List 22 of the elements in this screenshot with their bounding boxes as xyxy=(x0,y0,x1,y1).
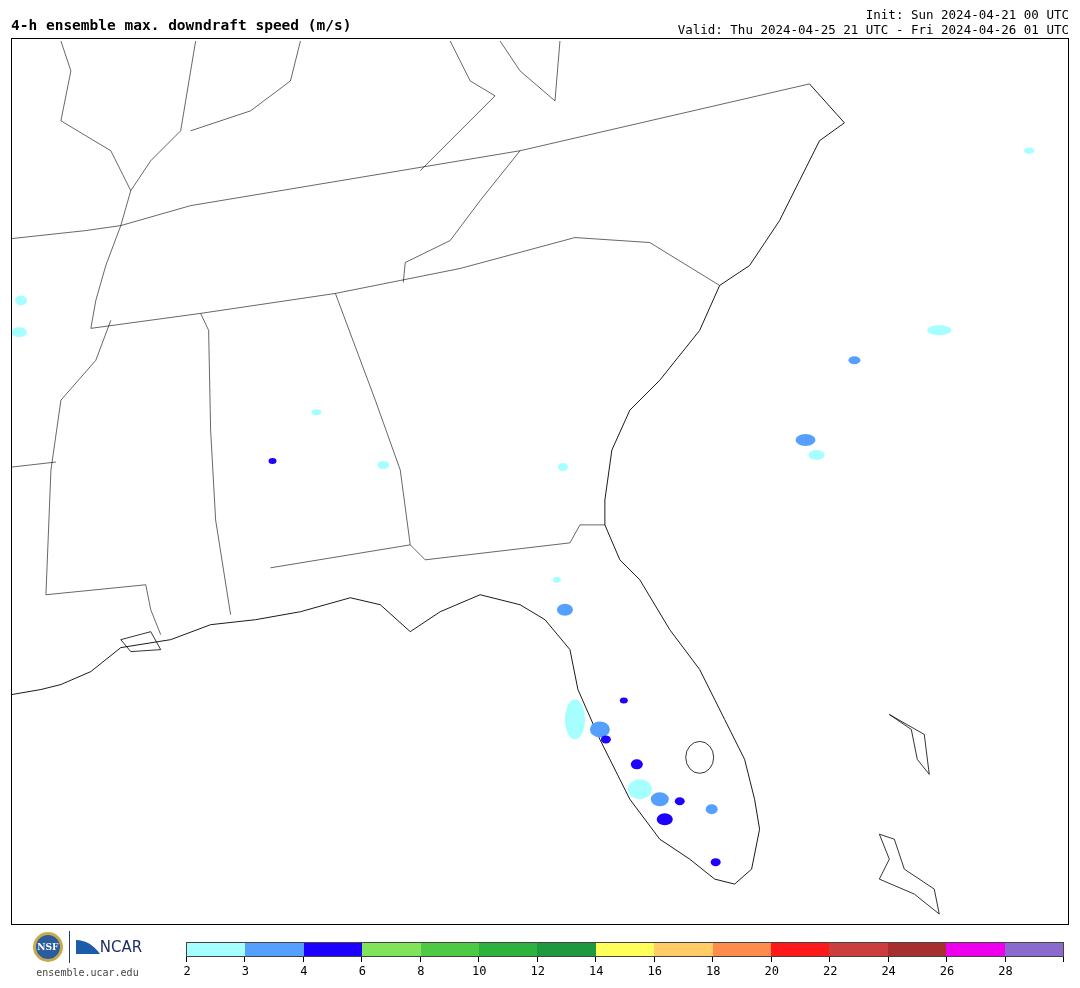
valid-time: Valid: Thu 2024-04-25 21 UTC - Fri 2024-04-26 01 UTC xyxy=(677,22,1069,37)
chart-title: 4-h ensemble max. downdraft speed (m/s) xyxy=(11,17,352,35)
tick-label: 20 xyxy=(764,964,779,978)
tick-label: 8 xyxy=(417,964,425,978)
nsf-logo: NSF xyxy=(32,932,63,962)
tick-label: 10 xyxy=(472,964,487,978)
swoosh-icon xyxy=(75,938,100,956)
ncar-logo: NCAR xyxy=(99,938,143,956)
tick-label: 22 xyxy=(822,964,838,978)
tick-label: 24 xyxy=(881,964,896,978)
tick-label: 12 xyxy=(530,964,546,978)
website-url: ensemble.ucar.edu xyxy=(36,967,139,978)
init-time: Init: Sun 2024-04-21 00 UTC xyxy=(865,7,1069,22)
tick-label: 18 xyxy=(706,964,721,978)
tick-label: 26 xyxy=(939,964,955,978)
tick-label: 16 xyxy=(647,964,662,978)
tick-label: 28 xyxy=(998,964,1013,978)
tick-label: 2 xyxy=(183,964,191,978)
tick-label: 6 xyxy=(358,964,366,978)
tick-label: 14 xyxy=(589,964,604,978)
tick-label: 3 xyxy=(241,964,250,978)
tick-label: 4 xyxy=(300,964,308,978)
